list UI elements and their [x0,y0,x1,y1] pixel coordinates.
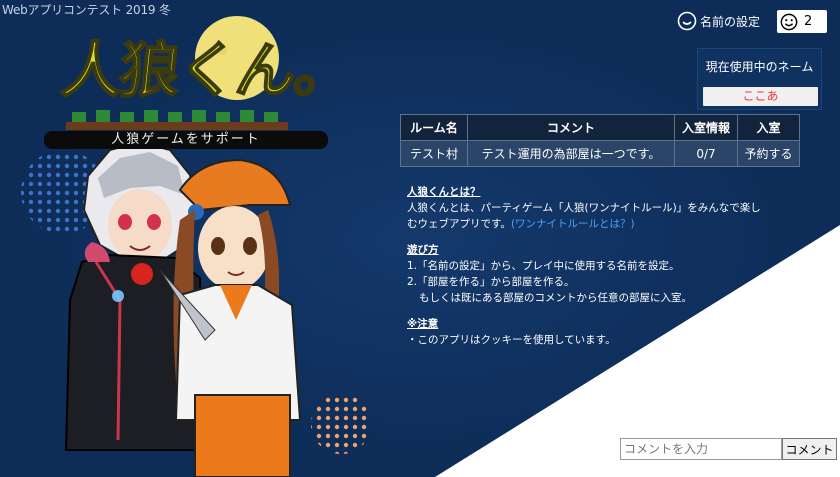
about-text-line1: 人狼くんとは、パーティゲーム「人狼(ワンナイトルール)」をみんなで楽し [407,202,761,214]
name-settings-label: 名前の設定 [700,14,761,29]
howto-step-2-note: もしくは既にある部屋のコメントから任意の部屋に入室。 [419,292,692,304]
current-name-label: 現在使用中のネーム [705,60,814,74]
comment-input[interactable] [620,438,782,460]
howto-step-2: 2.「部屋を作る」から部屋を作る。 [407,276,575,288]
logo-tagline: 人狼ゲームをサポート [44,131,328,149]
smile-icon [677,11,697,31]
about-text-line2: むウェブアプリです。 [407,218,511,230]
room-table-header: ルーム名 コメント 入室情報 入室 [400,114,800,141]
room-name-cell: テスト村 [400,140,468,167]
logo-title: 人狼くん。 [57,35,356,107]
column-header-enter: 入室 [737,114,800,141]
dot-cluster-orange [311,394,371,454]
about-heading: 人狼くんとは？ [407,186,481,198]
info-section: 人狼くんとは？ 人狼くんとは、パーティゲーム「人狼(ワンナイトルール)」をみんな… [407,184,807,358]
room-occupancy-cell: 0/7 [674,140,738,167]
column-header-comment: コメント [467,114,675,141]
one-night-rule-link[interactable]: (ワンナイトルールとは？) [511,218,635,230]
smile-icon [780,13,798,30]
column-header-occupancy: 入室情報 [674,114,738,141]
room-table: ルーム名 コメント 入室情報 入室 テスト村 テスト運用の為部屋は一つです。 0… [400,114,800,167]
current-name-value: ここあ [703,87,818,106]
howto-step-1: 1.「名前の設定」から、プレイ中に使用する名前を設定。 [407,260,680,272]
notice-cookie: ・このアプリはクッキーを使用しています。 [407,334,616,346]
notice-heading: ※注意 [407,318,439,330]
contest-label: Webアプリコンテスト 2019 冬 [2,3,171,17]
howto-heading: 遊び方 [407,244,439,256]
current-name-panel: 現在使用中のネーム ここあ [697,48,822,110]
online-count: 2 [804,14,813,29]
table-row: テスト村 テスト運用の為部屋は一つです。 0/7 予約する [400,140,800,167]
column-header-room-name: ルーム名 [400,114,468,141]
room-comment-cell: テスト運用の為部屋は一つです。 [467,140,675,167]
online-count-badge: 2 [777,10,827,33]
comment-submit-button[interactable]: コメント [782,438,837,460]
name-settings-button[interactable]: 名前の設定 [677,10,760,32]
reserve-button[interactable]: 予約する [737,140,800,167]
